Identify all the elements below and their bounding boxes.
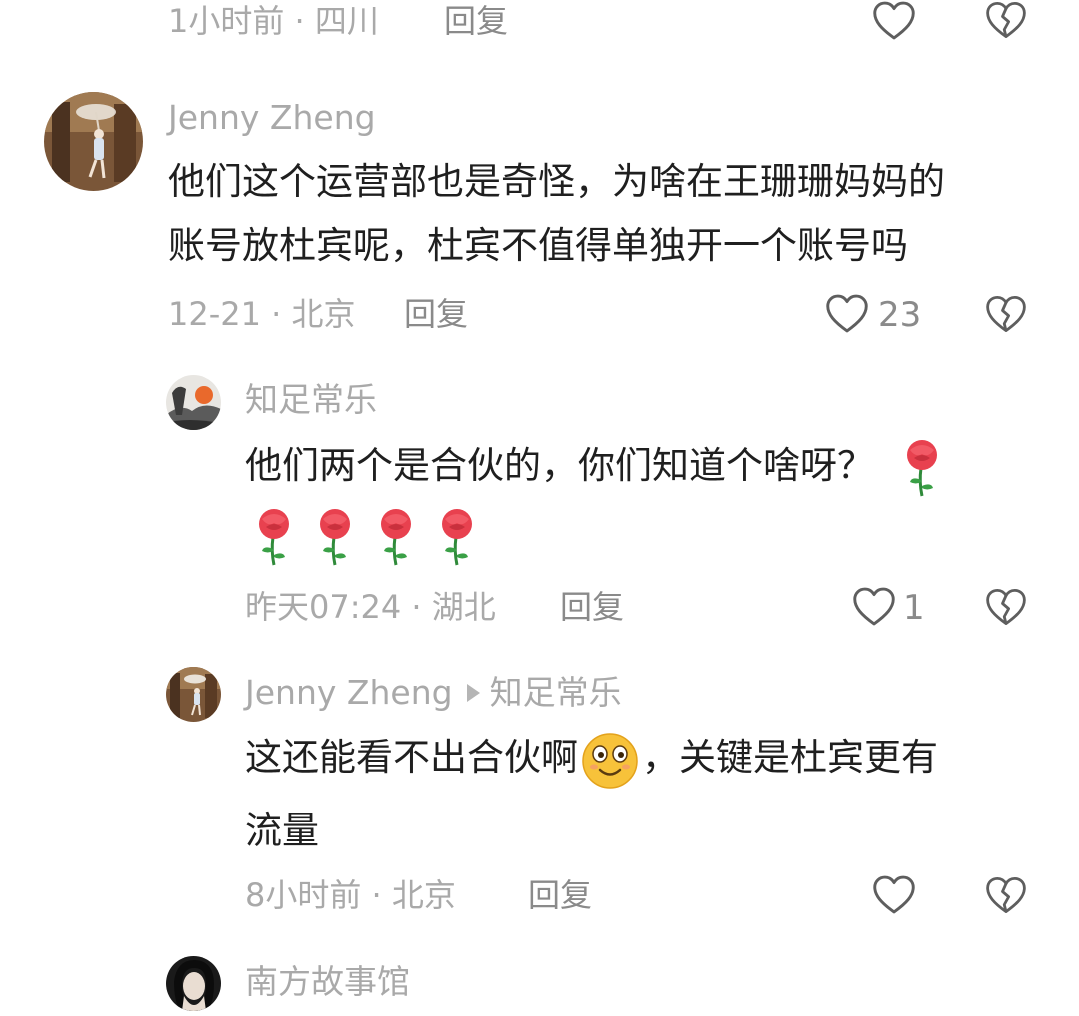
like-count: 1 (903, 588, 925, 628)
heart-outline-icon[interactable] (872, 874, 916, 915)
heart-outline-icon[interactable] (825, 293, 869, 334)
avatar[interactable] (166, 667, 221, 722)
reply-header: Jenny Zheng 知足常乐 (245, 673, 622, 713)
comment-text: 他们两个是合伙的，你们知道个啥呀？ (245, 434, 944, 498)
comment-meta: 1小时前 · 四川 (168, 2, 379, 40)
rose-emoji (374, 507, 418, 567)
emoji-row (252, 507, 479, 567)
avatar[interactable] (166, 956, 221, 1011)
smiling-emoji (580, 730, 640, 790)
reply-button[interactable]: 回复 (560, 587, 624, 627)
avatar[interactable] (44, 92, 143, 191)
rose-emoji (252, 507, 296, 567)
reply-button[interactable]: 回复 (404, 294, 468, 334)
reply-button[interactable]: 回复 (444, 1, 508, 41)
broken-heart-icon[interactable] (985, 294, 1027, 334)
comment-author[interactable]: 知足常乐 (245, 380, 377, 420)
comment-meta: 昨天07:24 · 湖北 (245, 588, 496, 626)
rose-emoji (900, 438, 944, 498)
broken-heart-icon[interactable] (985, 0, 1027, 40)
comment-author[interactable]: 南方故事馆 (245, 962, 410, 1002)
comment-meta: 12-21 · 北京 (168, 295, 356, 333)
like-count: 23 (878, 295, 922, 335)
comment-text-content: 他们两个是合伙的，你们知道个啥呀？ (245, 444, 874, 487)
comment-text-content: 这还能看不出合伙啊 (245, 736, 578, 779)
rose-emoji (435, 507, 479, 567)
heart-outline-icon[interactable] (872, 0, 916, 41)
avatar[interactable] (166, 375, 221, 430)
comment-text: 账号放杜宾呢，杜宾不值得单独开一个账号吗 (168, 224, 908, 267)
reply-to-user[interactable]: 知足常乐 (490, 673, 622, 712)
comment-meta: 8小时前 · 北京 (245, 876, 456, 914)
reply-arrow-icon (466, 683, 480, 702)
comment-text: 流量 (245, 809, 319, 852)
broken-heart-icon[interactable] (985, 875, 1027, 915)
comment-author[interactable]: Jenny Zheng (168, 98, 376, 138)
rose-emoji (313, 507, 357, 567)
comment-text: 这还能看不出合伙啊 ，关键是杜宾更有 (245, 726, 938, 790)
reply-button[interactable]: 回复 (528, 875, 592, 915)
comment-author[interactable]: Jenny Zheng (245, 673, 453, 712)
comment-text: 他们这个运营部也是奇怪，为啥在王珊珊妈妈的 (168, 160, 945, 203)
broken-heart-icon[interactable] (985, 587, 1027, 627)
heart-outline-icon[interactable] (852, 586, 896, 627)
comment-text-content: ，关键是杜宾更有 (642, 736, 938, 779)
